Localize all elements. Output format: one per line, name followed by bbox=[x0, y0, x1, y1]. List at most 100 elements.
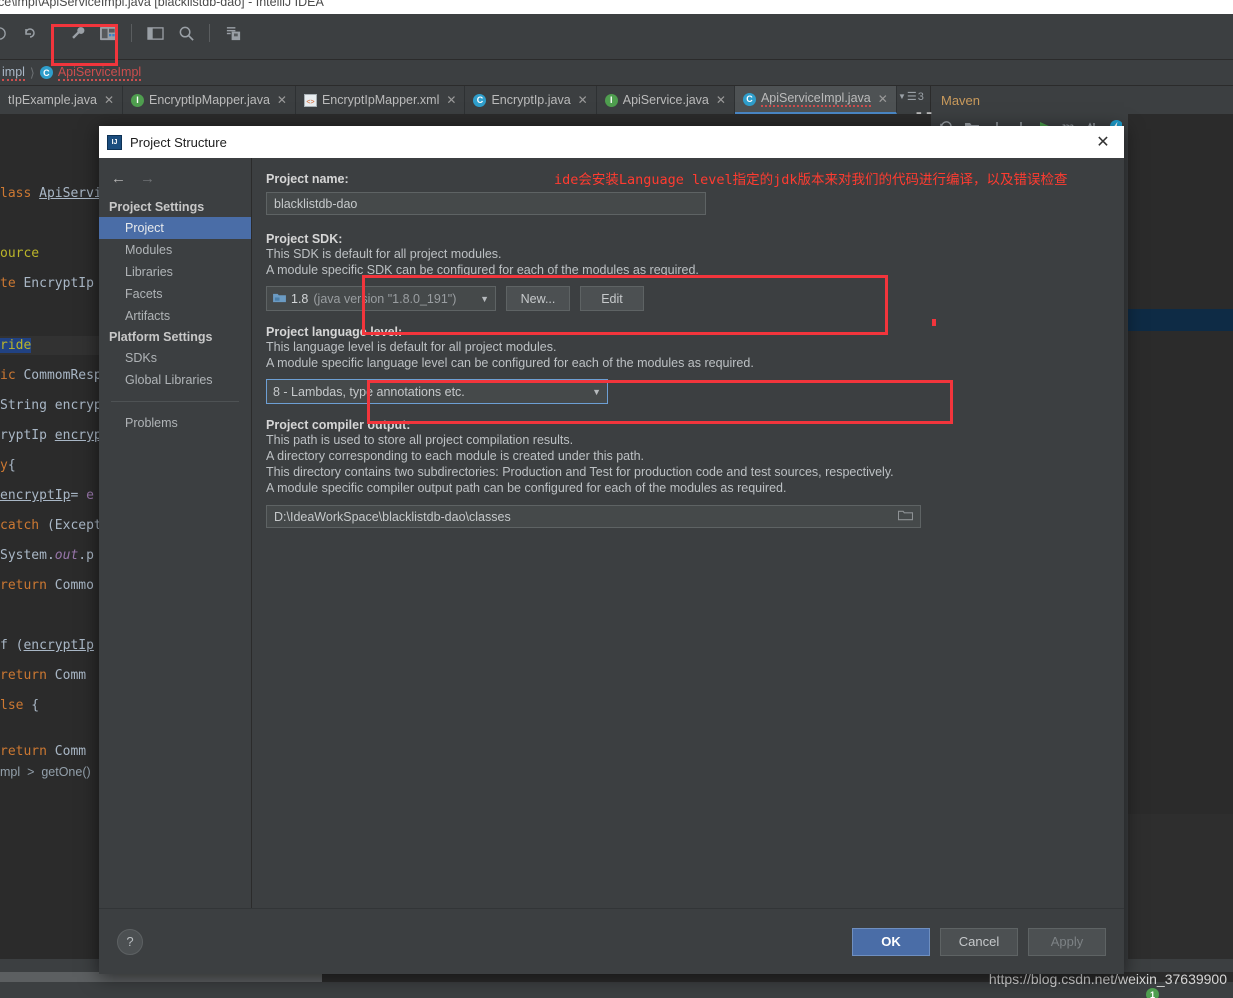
close-icon[interactable]: ✕ bbox=[104, 93, 114, 107]
help-button[interactable]: ? bbox=[117, 928, 143, 955]
maven-title-label: Maven bbox=[941, 92, 981, 108]
breadcrumb: impl ⟩ C ApiServiceImpl bbox=[0, 60, 1233, 86]
tab-label: tIpExample.java bbox=[8, 93, 97, 107]
sidebar-item-problems[interactable]: Problems bbox=[99, 412, 251, 434]
sidebar-group-platform-settings: Platform Settings bbox=[109, 330, 213, 344]
editor-right-strip bbox=[1122, 114, 1233, 959]
tab-label: EncryptIp.java bbox=[491, 93, 571, 107]
sidebar-item-project[interactable]: Project bbox=[99, 217, 251, 239]
status-badge: 1 bbox=[1146, 988, 1159, 998]
dialog-footer: ? OK Cancel Apply bbox=[99, 908, 1124, 974]
sidebar-item-libraries[interactable]: Libraries bbox=[99, 261, 251, 283]
close-icon[interactable]: ✕ bbox=[1090, 129, 1116, 155]
tab-label: EncryptIpMapper.xml bbox=[321, 93, 440, 107]
tab-encryptip-java[interactable]: C EncryptIp.java ✕ bbox=[465, 86, 597, 114]
language-level-value: 8 - Lambdas, type annotations etc. bbox=[273, 384, 465, 399]
sidebar-item-global-libraries[interactable]: Global Libraries bbox=[99, 369, 251, 391]
close-icon[interactable]: ✕ bbox=[716, 93, 726, 107]
save-all-icon[interactable] bbox=[222, 22, 244, 44]
undo-icon[interactable] bbox=[19, 22, 41, 44]
run-icon[interactable] bbox=[0, 22, 10, 44]
language-level-desc-1: This language level is default for all p… bbox=[266, 340, 557, 354]
compiler-output-desc-4: A module specific compiler output path c… bbox=[266, 481, 787, 495]
tab-apiservice-java[interactable]: I ApiService.java ✕ bbox=[597, 86, 735, 114]
sdk-version: 1.8 bbox=[291, 291, 309, 306]
tab-overflow-count: 3 bbox=[917, 90, 924, 103]
sidebar-divider bbox=[111, 401, 239, 402]
project-sdk-desc-1: This SDK is default for all project modu… bbox=[266, 247, 502, 261]
sidebar-group-project-settings: Project Settings bbox=[109, 200, 205, 214]
forward-arrow-icon[interactable]: → bbox=[140, 170, 155, 187]
project-sdk-label: Project SDK: bbox=[266, 232, 343, 246]
ide-window-titlebar: ce\impl\ApiServiceImpl.java [blacklistdb… bbox=[0, 0, 1233, 14]
maven-panel-title[interactable]: Maven bbox=[930, 86, 1233, 114]
xml-icon bbox=[303, 93, 317, 107]
close-icon[interactable]: ✕ bbox=[878, 92, 888, 106]
sidebar-item-facets[interactable]: Facets bbox=[99, 283, 251, 305]
class-icon: C bbox=[742, 92, 756, 106]
class-icon: C bbox=[39, 66, 53, 79]
tab-encryptipmapper-xml[interactable]: EncryptIpMapper.xml ✕ bbox=[296, 86, 466, 114]
close-icon[interactable]: ✕ bbox=[578, 93, 588, 107]
ide-window-title: ce\impl\ApiServiceImpl.java [blacklistdb… bbox=[0, 0, 324, 9]
chinese-annotation-note: ide会安装Language level指定的jdk版本来对我们的代码进行编译，… bbox=[554, 172, 1068, 188]
project-compiler-output-input[interactable]: D:\IdeaWorkSpace\blacklistdb-dao\classes bbox=[266, 505, 921, 528]
project-compiler-output-label: Project compiler output: bbox=[266, 418, 411, 432]
back-arrow-icon[interactable]: ← bbox=[111, 170, 126, 187]
tab-tipexample[interactable]: tIpExample.java ✕ bbox=[0, 86, 123, 114]
compiler-output-value: D:\IdeaWorkSpace\blacklistdb-dao\classes bbox=[274, 509, 511, 524]
tab-overflow-button[interactable]: ▼ ☰ 3 bbox=[898, 90, 924, 104]
toolbar-separator bbox=[209, 24, 210, 42]
sdk-edit-button[interactable]: Edit bbox=[580, 286, 644, 311]
breadcrumb-package[interactable]: impl bbox=[2, 65, 25, 81]
compiler-output-desc-3: This directory contains two subdirectori… bbox=[266, 465, 894, 479]
project-sdk-combobox[interactable]: 1.8 (java version "1.8.0_191") ▼ bbox=[266, 286, 496, 311]
intellij-logo-icon bbox=[107, 134, 122, 150]
project-language-level-combobox[interactable]: 8 - Lambdas, type annotations etc. ▼ bbox=[266, 379, 608, 404]
chevron-down-icon: ▼ bbox=[480, 293, 489, 304]
project-language-level-label: Project language level: bbox=[266, 325, 403, 339]
sidebar-item-sdks[interactable]: SDKs bbox=[99, 347, 251, 369]
sdk-folder-icon bbox=[273, 292, 286, 306]
toolbar-separator bbox=[131, 24, 132, 42]
cancel-button[interactable]: Cancel bbox=[940, 927, 1018, 956]
red-marker-dot bbox=[932, 319, 936, 326]
interface-icon: I bbox=[131, 93, 144, 107]
editor-highlight-band bbox=[1128, 309, 1233, 331]
project-structure-dialog: Project Structure ✕ ← → Project Settings… bbox=[99, 126, 1124, 974]
list-icon: ☰ bbox=[906, 91, 917, 103]
dialog-title: Project Structure bbox=[130, 134, 227, 150]
code-line: return Comm bbox=[0, 744, 87, 759]
close-icon[interactable]: ✕ bbox=[446, 93, 456, 107]
sdk-new-button[interactable]: New... bbox=[506, 286, 570, 311]
tab-label: EncryptIpMapper.java bbox=[149, 93, 270, 107]
ide-toolbar bbox=[0, 14, 1233, 60]
dialog-main-panel: Project name: blacklistdb-dao Project SD… bbox=[252, 158, 1124, 908]
sdk-edit-label: Edit bbox=[601, 291, 623, 306]
project-name-input[interactable]: blacklistdb-dao bbox=[266, 192, 706, 215]
wrench-icon[interactable] bbox=[66, 22, 88, 44]
apply-button[interactable]: Apply bbox=[1028, 927, 1106, 956]
ok-button[interactable]: OK bbox=[852, 927, 930, 956]
editor-footer-breadcrumb: mpl > getOne() bbox=[0, 765, 91, 779]
chevron-down-icon: ▼ bbox=[592, 386, 601, 397]
sidebar-item-artifacts[interactable]: Artifacts bbox=[99, 305, 251, 327]
layout-icon[interactable] bbox=[144, 22, 166, 44]
browse-folder-icon[interactable] bbox=[897, 509, 914, 524]
project-sdk-desc-2: A module specific SDK can be configured … bbox=[266, 263, 699, 277]
editor-right-bottom bbox=[1128, 814, 1233, 959]
close-icon[interactable]: ✕ bbox=[277, 93, 287, 107]
tab-apiserviceimpl-java[interactable]: C ApiServiceImpl.java ✕ bbox=[734, 86, 897, 114]
sidebar-item-modules[interactable]: Modules bbox=[99, 239, 251, 261]
breadcrumb-class[interactable]: ApiServiceImpl bbox=[57, 65, 142, 81]
dialog-titlebar: Project Structure ✕ bbox=[99, 126, 1124, 158]
search-icon[interactable] bbox=[175, 22, 197, 44]
sdk-new-label: New... bbox=[520, 291, 556, 306]
sdk-version-detail: (java version "1.8.0_191") bbox=[313, 291, 457, 306]
tab-encryptipmapper-java[interactable]: I EncryptIpMapper.java ✕ bbox=[123, 86, 296, 114]
language-level-desc-2: A module specific language level can be … bbox=[266, 356, 754, 370]
compiler-output-desc-2: A directory corresponding to each module… bbox=[266, 449, 644, 463]
project-structure-icon[interactable] bbox=[97, 22, 119, 44]
tab-label: ApiServiceImpl.java bbox=[760, 91, 871, 107]
breadcrumb-separator: ⟩ bbox=[29, 66, 35, 80]
